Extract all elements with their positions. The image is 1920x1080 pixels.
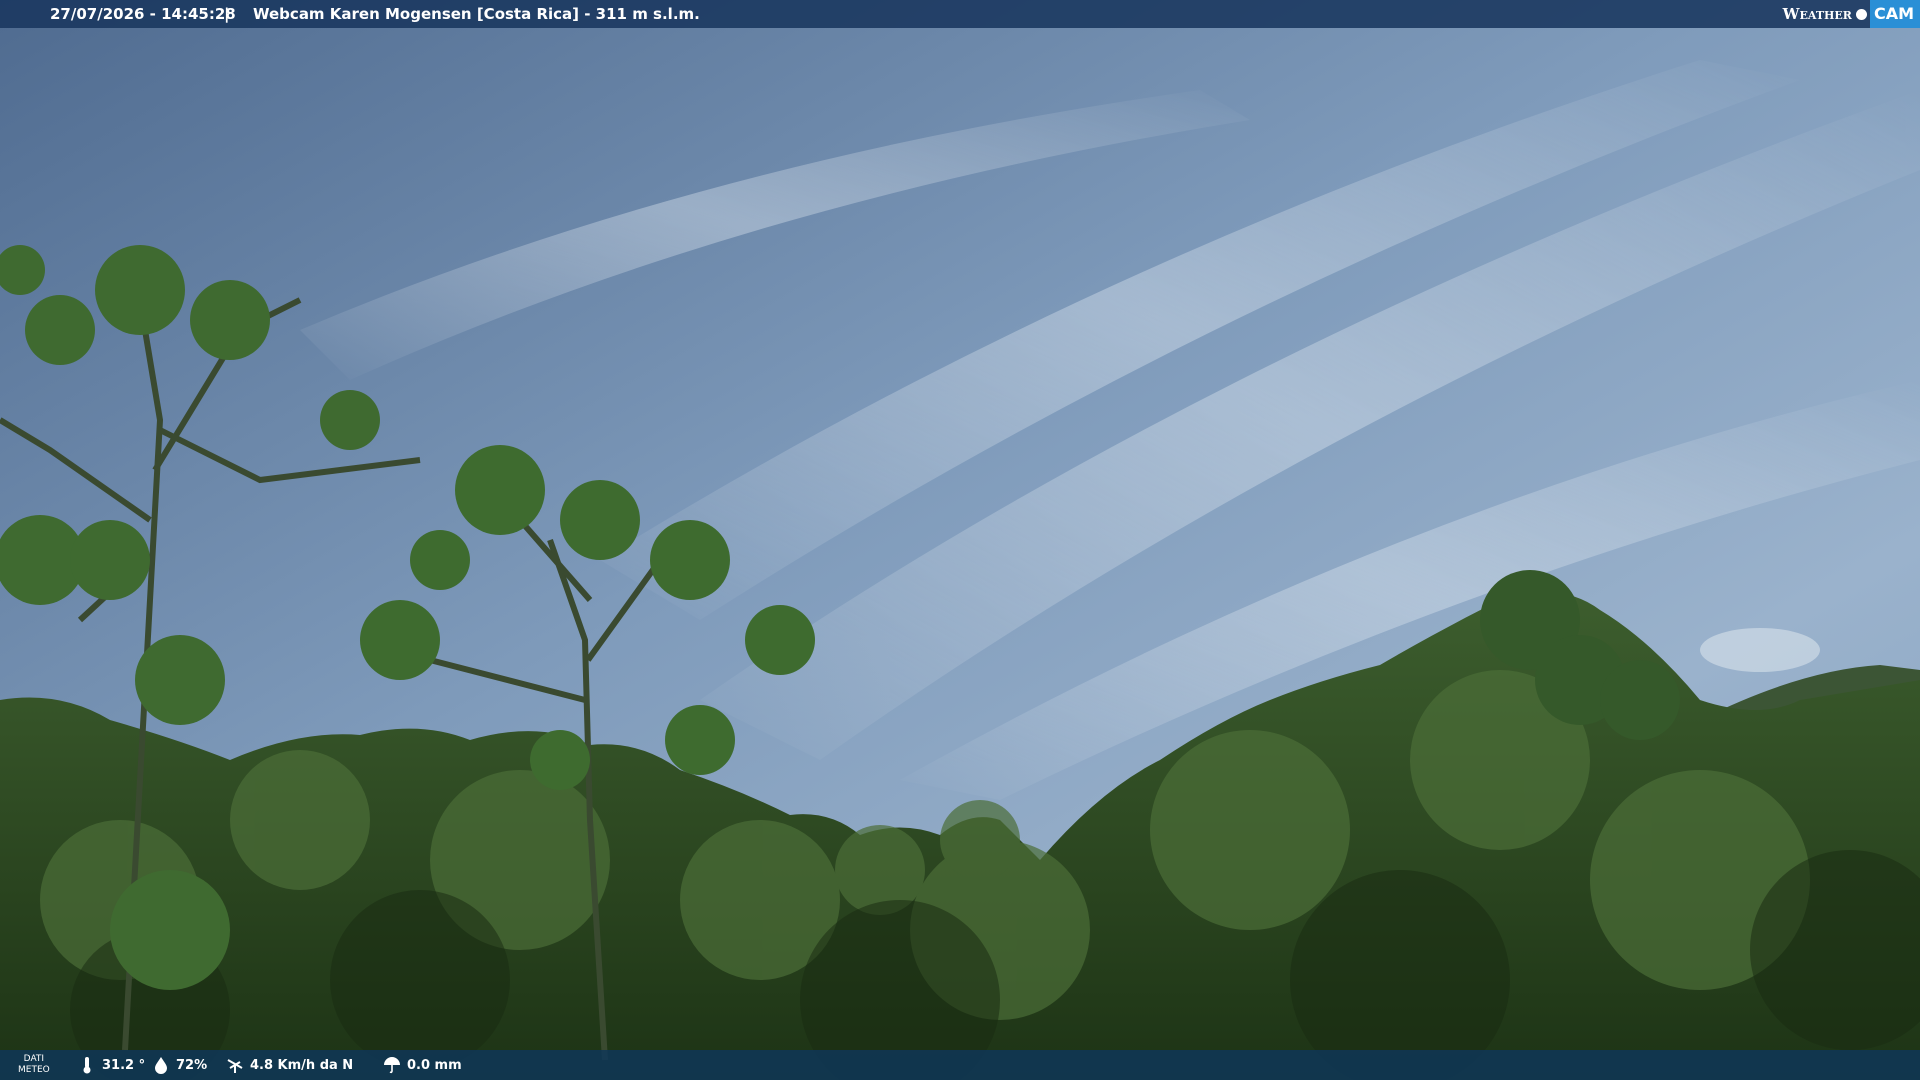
temperature-item: 31.2 ° bbox=[78, 1050, 145, 1080]
logo-dot-icon bbox=[1855, 8, 1867, 20]
dati-label: DATI bbox=[23, 1054, 45, 1064]
dati-meteo-label: DATI METEO bbox=[18, 1054, 50, 1076]
wind-value: 4.8 Km/h da N bbox=[250, 1057, 354, 1073]
rain-icon bbox=[384, 1057, 400, 1074]
header-bar: 27/07/2026 - 14:45:28 | Webcam Karen Mog… bbox=[0, 0, 1920, 28]
webcam-title: Webcam Karen Mogensen [Costa Rica] - 311… bbox=[253, 5, 700, 23]
wind-icon bbox=[227, 1059, 243, 1073]
weather-data-bar: DATI METEO 31.2 ° 72% 4.8 Km/h da N 0.0 … bbox=[0, 1050, 1920, 1080]
header-separator: | bbox=[224, 5, 230, 23]
humidity-item: 72% bbox=[152, 1050, 207, 1080]
webcam-image bbox=[0, 0, 1920, 1080]
meteo-label: METEO bbox=[18, 1065, 50, 1075]
logo-text-weather: Weather bbox=[1782, 5, 1852, 23]
timestamp: 27/07/2026 - 14:45:28 bbox=[50, 5, 236, 23]
rain-value: 0.0 mm bbox=[407, 1057, 462, 1073]
wind-item: 4.8 Km/h da N bbox=[226, 1050, 353, 1080]
rain-item: 0.0 mm bbox=[383, 1050, 462, 1080]
weathercam-logo: Weather CAM bbox=[1783, 0, 1920, 28]
humidity-icon bbox=[155, 1057, 167, 1074]
thermometer-icon bbox=[83, 1057, 91, 1074]
temperature-value: 31.2 ° bbox=[102, 1057, 146, 1073]
logo-text-cam: CAM bbox=[1869, 0, 1920, 28]
humidity-value: 72% bbox=[176, 1057, 208, 1073]
